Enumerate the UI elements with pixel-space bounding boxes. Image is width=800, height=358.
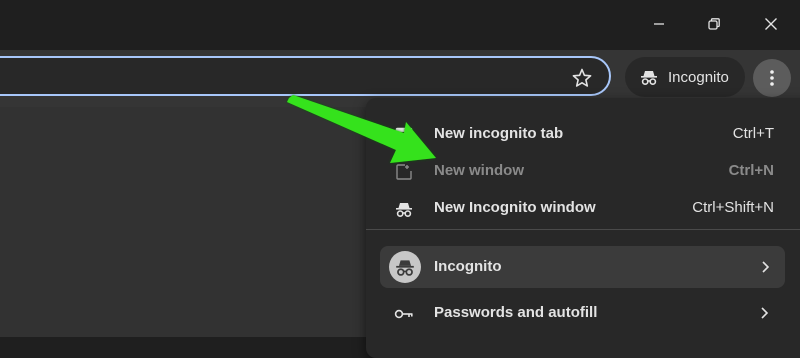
key-icon — [394, 304, 414, 324]
menu-item-label: Passwords and autofill — [434, 304, 598, 321]
chevron-right-icon — [762, 261, 770, 273]
menu-item-label: New Incognito window — [434, 199, 596, 216]
menu-item-label: New incognito tab — [434, 125, 564, 142]
menu-item-shortcut: Ctrl+T — [732, 125, 774, 142]
tab-icon — [394, 125, 414, 145]
kebab-menu-icon — [770, 70, 774, 86]
minimize-icon — [654, 23, 664, 25]
incognito-icon — [641, 71, 657, 85]
menu-item-new-incognito-window[interactable]: New Incognito window Ctrl+Shift+N — [366, 190, 800, 227]
incognito-avatar-icon — [389, 251, 421, 283]
chrome-app-menu: New incognito tab Ctrl+T New window Ctrl… — [366, 98, 800, 358]
profile-label: Incognito — [434, 258, 502, 275]
menu-item-new-incognito-tab[interactable]: New incognito tab Ctrl+T — [366, 116, 800, 153]
new-window-icon — [394, 162, 414, 182]
menu-item-shortcut: Ctrl+N — [728, 162, 774, 179]
menu-item-shortcut: Ctrl+Shift+N — [692, 199, 774, 216]
menu-item-new-window[interactable]: New window Ctrl+N — [366, 153, 800, 190]
star-icon[interactable] — [570, 66, 594, 90]
title-bar — [0, 0, 800, 50]
close-icon — [765, 18, 777, 30]
menu-item-label: New window — [434, 162, 524, 179]
chrome-menu-button[interactable] — [753, 59, 791, 97]
close-window-button[interactable] — [753, 10, 789, 38]
restore-icon — [708, 18, 720, 30]
menu-item-passwords-autofill[interactable]: Passwords and autofill — [366, 295, 800, 332]
address-bar-input[interactable] — [12, 66, 536, 88]
minimize-button[interactable] — [641, 10, 677, 38]
menu-divider — [366, 229, 800, 230]
incognito-chip[interactable]: Incognito — [625, 57, 745, 97]
omnibox[interactable] — [0, 56, 611, 96]
chevron-right-icon — [761, 307, 769, 319]
incognito-chip-label: Incognito — [668, 68, 729, 86]
profile-incognito-row[interactable]: Incognito — [380, 246, 785, 288]
incognito-icon — [394, 199, 414, 219]
restore-button[interactable] — [696, 10, 732, 38]
